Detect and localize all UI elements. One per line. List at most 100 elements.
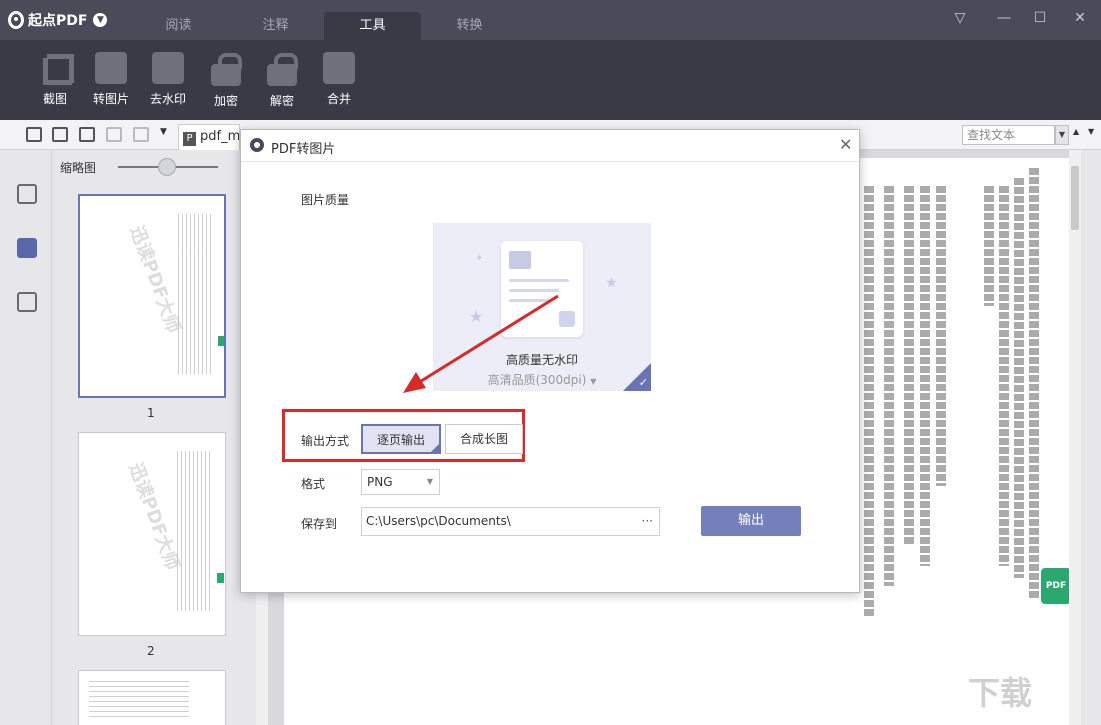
quality-option-card[interactable]: ✦ ★ ★ 高质量无水印 高清品质(300dpi) ▼ ✓ <box>433 223 651 391</box>
lock-icon <box>559 311 575 327</box>
to-image-tool-button[interactable]: 转图片 <box>86 52 136 107</box>
undo-icon[interactable] <box>106 127 122 142</box>
tab-convert[interactable]: 转换 <box>421 12 518 40</box>
tab-tools[interactable]: 工具 <box>324 12 421 40</box>
illustration-line <box>509 299 549 302</box>
output-button[interactable]: 输出 <box>701 506 801 536</box>
document-tab[interactable]: Ppdf_me <box>178 124 240 150</box>
document-scrollbar[interactable] <box>1069 150 1081 725</box>
dialog-title-bar: PDF转图片 ✕ <box>241 130 859 162</box>
illustration-line <box>509 279 569 282</box>
tab-read[interactable]: 阅读 <box>130 12 227 40</box>
app-menu-chevron-icon[interactable]: ▼ <box>93 13 108 27</box>
thumbnail-text-lines <box>89 681 189 721</box>
quality-card-subtitle[interactable]: 高清品质(300dpi) ▼ <box>433 371 651 388</box>
thumbnail-text-lines <box>178 214 212 374</box>
save-path-value: C:\Users\pc\Documents\ <box>366 514 511 528</box>
illustration-line <box>509 289 559 292</box>
watermark-icon <box>152 52 184 84</box>
page-thumbnail[interactable]: 迅读PDF大师 <box>78 194 226 398</box>
menu-dropdown-icon[interactable]: ▽ <box>950 10 970 26</box>
save-path-input[interactable]: C:\Users\pc\Documents\ ··· <box>361 507 660 536</box>
zoom-slider-handle[interactable] <box>158 158 176 176</box>
search-next-icon[interactable]: ▼ <box>1088 127 1098 142</box>
search-dropdown-icon[interactable]: ▼ <box>1055 125 1069 145</box>
document-tab-title: pdf_me <box>200 129 240 144</box>
save-to-label: 保存到 <box>301 517 338 531</box>
to-image-tool-label: 转图片 <box>92 92 129 106</box>
page-text-column <box>984 186 994 306</box>
main-tabs: 阅读 注释 工具 转换 <box>130 12 518 40</box>
thumbnail-pdf-mark <box>218 336 224 346</box>
chevron-down-icon[interactable]: ▼ <box>160 127 176 142</box>
page-by-page-label: 逐页输出 <box>376 433 425 447</box>
more-icon[interactable]: ··· <box>642 508 653 535</box>
page-number: 1 <box>147 406 155 420</box>
left-rail <box>0 150 52 725</box>
maximize-icon[interactable]: ☐ <box>1030 10 1050 26</box>
page-text-column <box>999 186 1009 566</box>
thumbnail-pdf-mark <box>217 573 224 583</box>
page-thumbnail[interactable] <box>78 670 226 725</box>
encrypt-tool-label: 加密 <box>213 94 238 108</box>
tab-annotate[interactable]: 注释 <box>227 12 324 40</box>
page-text-column <box>904 186 914 546</box>
merge-tool-button[interactable]: 合并 <box>314 52 364 107</box>
merge-icon <box>323 52 355 84</box>
search-input[interactable]: 查找文本 <box>962 125 1055 145</box>
long-image-button[interactable]: 合成长图 <box>445 424 523 454</box>
remove-watermark-tool-label: 去水印 <box>149 92 186 106</box>
pdf-file-icon: P <box>183 132 196 146</box>
app-name: 起点PDF <box>28 13 88 29</box>
lock-icon <box>211 53 242 86</box>
redo-icon[interactable] <box>133 127 149 142</box>
outline-icon[interactable] <box>17 184 37 204</box>
bookmark-icon[interactable] <box>17 292 37 312</box>
site-watermark-logo: 下载 <box>968 674 1033 712</box>
decrypt-tool-label: 解密 <box>269 94 294 108</box>
app-logo-icon <box>8 11 24 29</box>
dialog-title: PDF转图片 <box>271 142 336 157</box>
search-prev-icon[interactable]: ▲ <box>1073 127 1083 142</box>
close-icon[interactable]: ✕ <box>839 135 852 154</box>
minimize-icon[interactable]: — <box>994 10 1014 26</box>
save-icon[interactable] <box>52 127 68 142</box>
screenshot-tool-button[interactable]: 截图 <box>30 52 80 107</box>
encrypt-tool-button[interactable]: 加密 <box>201 52 251 109</box>
remove-watermark-tool-button[interactable]: 去水印 <box>143 52 193 107</box>
quality-card-subtitle-text: 高清品质(300dpi) <box>487 373 587 387</box>
book-icon[interactable] <box>26 127 42 142</box>
title-bar: 起点PDF ▼ 阅读 注释 工具 转换 ▽ — ☐ ✕ <box>0 0 1101 40</box>
image-icon <box>509 251 531 269</box>
star-icon: ★ <box>605 275 618 291</box>
format-value: PNG <box>367 475 393 489</box>
quality-card-title: 高质量无水印 <box>505 353 578 367</box>
page-number: 2 <box>147 644 155 658</box>
thumbnail-icon[interactable] <box>17 238 37 258</box>
pdf-to-image-dialog: PDF转图片 ✕ 图片质量 ✦ ★ ★ 高质量无水印 高清品质(300dpi) … <box>240 129 860 593</box>
app-logo: 起点PDF ▼ <box>8 10 108 30</box>
image-icon <box>95 52 127 84</box>
page-text-column <box>920 186 930 566</box>
page-thumbnail[interactable]: 迅读PDF大师 <box>78 432 226 636</box>
decrypt-tool-button[interactable]: 解密 <box>257 52 307 109</box>
output-mode-label: 输出方式 <box>301 434 350 448</box>
tools-toolbar: 截图 转图片 去水印 加密 解密 合并 <box>0 40 1101 120</box>
page-text-column <box>884 186 894 586</box>
merge-tool-label: 合并 <box>326 92 351 106</box>
format-label: 格式 <box>301 477 326 491</box>
close-icon[interactable]: ✕ <box>1070 10 1090 26</box>
chevron-down-icon: ▼ <box>426 477 433 486</box>
thumbnail-text-lines <box>177 451 211 611</box>
page-text-column <box>1014 178 1024 578</box>
check-icon <box>431 444 439 452</box>
crop-icon <box>39 52 74 85</box>
page-by-page-button[interactable]: 逐页输出 <box>361 424 441 454</box>
format-select[interactable]: PNG ▼ <box>361 469 440 495</box>
page-text-column <box>1029 168 1039 598</box>
document-scroll-thumb[interactable] <box>1071 166 1079 230</box>
thumbnail-panel: 缩略图 迅读PDF大师 1 迅读PDF大师 2 <box>52 150 268 725</box>
page-text-column <box>864 186 874 616</box>
pdf-badge: PDF <box>1041 568 1071 604</box>
print-icon[interactable] <box>79 127 95 142</box>
